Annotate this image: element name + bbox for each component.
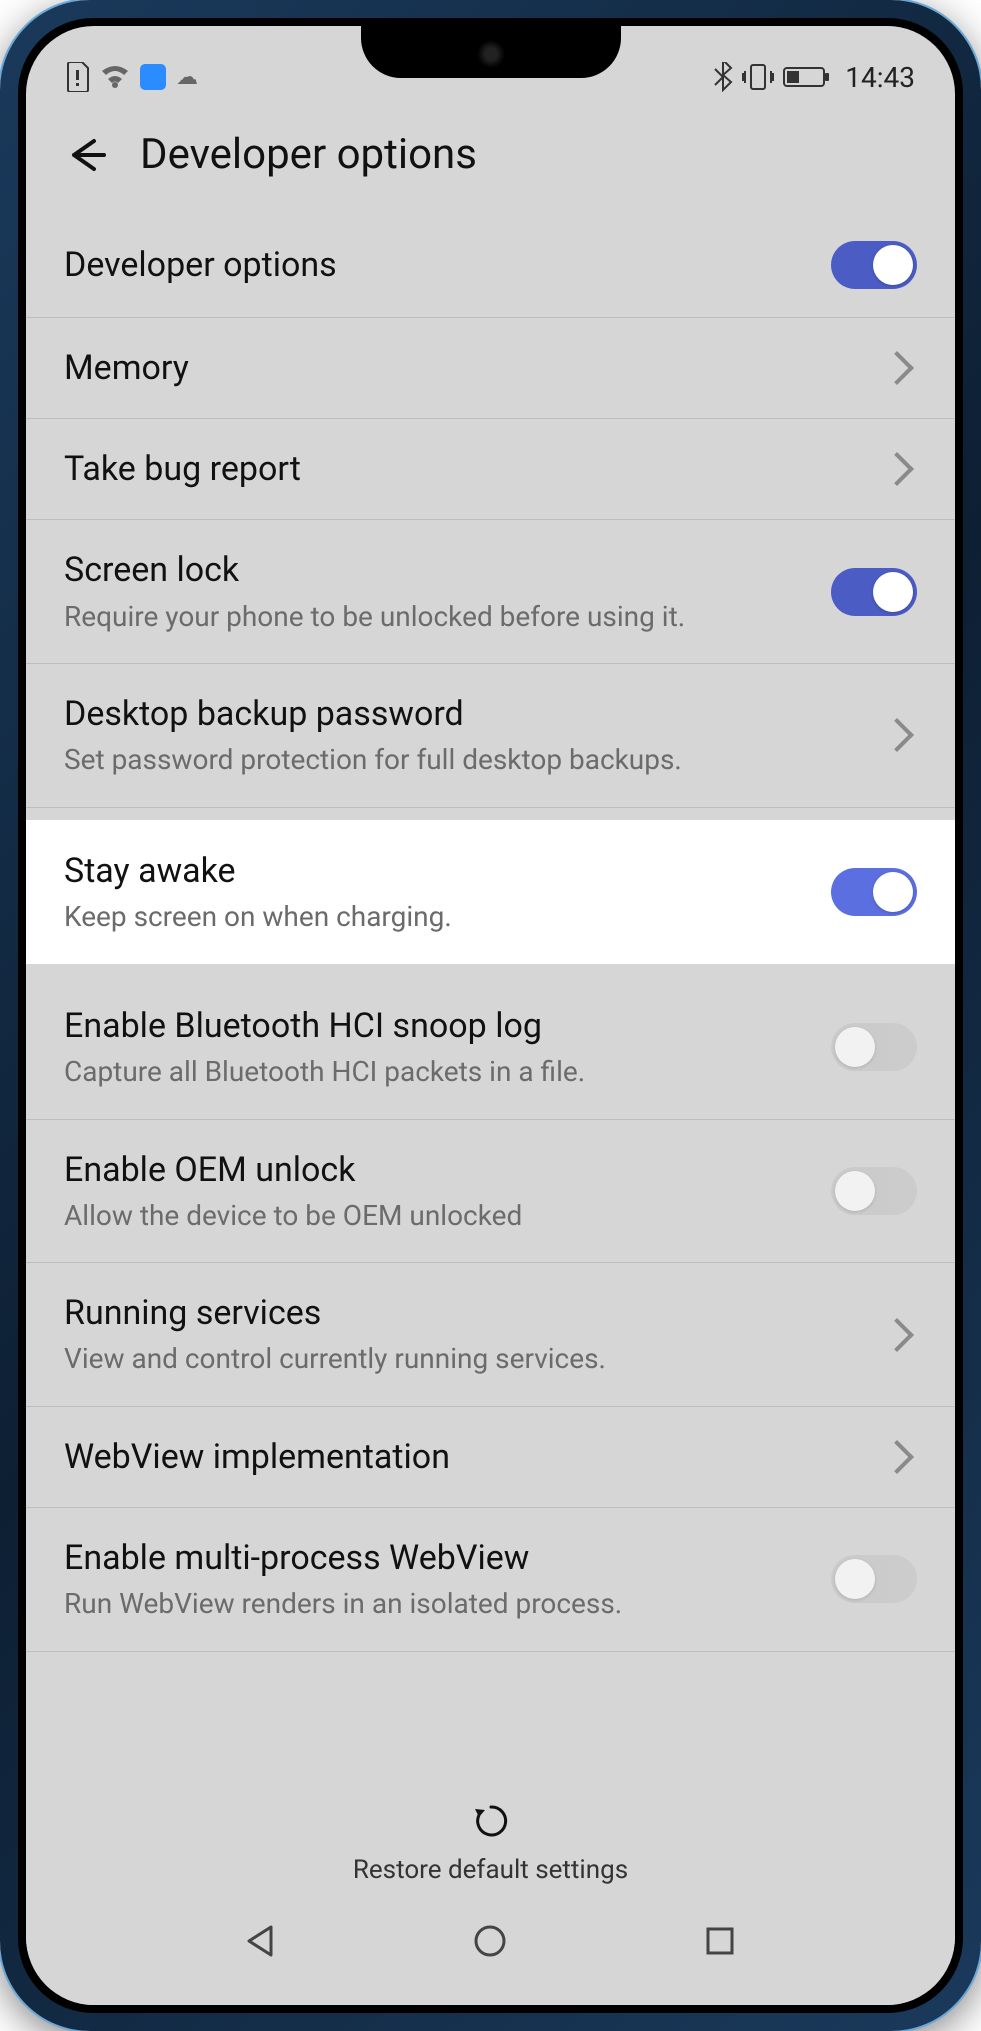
row-memory[interactable]: Memory bbox=[26, 318, 955, 419]
chevron-right-icon bbox=[880, 1440, 914, 1474]
row-title: Developer options bbox=[64, 243, 815, 287]
row-title: Enable multi-process WebView bbox=[64, 1536, 815, 1580]
row-title: Enable OEM unlock bbox=[64, 1148, 815, 1192]
row-stay-awake[interactable]: Stay awake Keep screen on when charging. bbox=[26, 820, 955, 965]
status-left: ☁ bbox=[66, 62, 198, 92]
row-subtitle: Keep screen on when charging. bbox=[64, 899, 815, 935]
battery-icon bbox=[783, 65, 831, 89]
screen: ☁ 14:43 bbox=[26, 26, 955, 2005]
toggle-stay-awake[interactable] bbox=[831, 868, 917, 916]
chevron-right-icon bbox=[880, 1318, 914, 1352]
row-subtitle: Set password protection for full desktop… bbox=[64, 742, 869, 778]
back-button[interactable] bbox=[64, 133, 108, 177]
row-subtitle: Run WebView renders in an isolated proce… bbox=[64, 1586, 815, 1622]
chevron-right-icon bbox=[880, 718, 914, 752]
row-title: Stay awake bbox=[64, 849, 815, 893]
settings-list: Developer options Memory Take bug report bbox=[26, 213, 955, 1652]
nav-back-button[interactable] bbox=[241, 1921, 281, 1961]
restore-default-button[interactable]: Restore default settings bbox=[26, 1775, 955, 1897]
row-title: WebView implementation bbox=[64, 1435, 869, 1479]
row-title: Running services bbox=[64, 1291, 869, 1335]
status-right: 14:43 bbox=[713, 61, 915, 94]
row-subtitle: Capture all Bluetooth HCI packets in a f… bbox=[64, 1054, 815, 1090]
toggle-screen-lock[interactable] bbox=[831, 568, 917, 616]
row-title: Screen lock bbox=[64, 548, 815, 592]
row-subtitle: Require your phone to be unlocked before… bbox=[64, 599, 815, 635]
toggle-developer-options[interactable] bbox=[831, 241, 917, 289]
restore-label: Restore default settings bbox=[353, 1855, 628, 1885]
row-screen-lock[interactable]: Screen lock Require your phone to be unl… bbox=[26, 520, 955, 664]
vibrate-icon bbox=[741, 63, 775, 91]
row-subtitle: View and control currently running servi… bbox=[64, 1341, 869, 1377]
page-title: Developer options bbox=[140, 130, 477, 179]
restore-icon bbox=[469, 1799, 513, 1843]
nav-recents-button[interactable] bbox=[700, 1921, 740, 1961]
toggle-oem-unlock[interactable] bbox=[831, 1167, 917, 1215]
nav-home-button[interactable] bbox=[470, 1921, 510, 1961]
android-nav-bar bbox=[26, 1897, 955, 2005]
status-clock: 14:43 bbox=[845, 61, 915, 94]
row-webview-implementation[interactable]: WebView implementation bbox=[26, 1407, 955, 1508]
row-desktop-backup-password[interactable]: Desktop backup password Set password pro… bbox=[26, 664, 955, 808]
row-developer-options[interactable]: Developer options bbox=[26, 213, 955, 318]
phone-frame: ☁ 14:43 bbox=[0, 0, 981, 2031]
cloud-icon: ☁ bbox=[176, 65, 198, 90]
row-title: Desktop backup password bbox=[64, 692, 869, 736]
row-title: Memory bbox=[64, 346, 869, 390]
chevron-right-icon bbox=[880, 351, 914, 385]
bluetooth-icon bbox=[713, 62, 733, 92]
app-notification-icon bbox=[140, 64, 166, 90]
row-bt-hci-snoop-log[interactable]: Enable Bluetooth HCI snoop log Capture a… bbox=[26, 976, 955, 1120]
notch bbox=[361, 26, 621, 78]
sim-alert-icon bbox=[66, 62, 90, 92]
row-subtitle: Allow the device to be OEM unlocked bbox=[64, 1198, 815, 1234]
toggle-bt-snoop[interactable] bbox=[831, 1023, 917, 1071]
header: Developer options bbox=[26, 104, 955, 213]
row-title: Take bug report bbox=[64, 447, 869, 491]
row-title: Enable Bluetooth HCI snoop log bbox=[64, 1004, 815, 1048]
row-multi-process-webview[interactable]: Enable multi-process WebView Run WebView… bbox=[26, 1508, 955, 1652]
toggle-multi-webview[interactable] bbox=[831, 1555, 917, 1603]
chevron-right-icon bbox=[880, 452, 914, 486]
phone-bezel: ☁ 14:43 bbox=[18, 18, 963, 2013]
row-running-services[interactable]: Running services View and control curren… bbox=[26, 1263, 955, 1407]
row-oem-unlock[interactable]: Enable OEM unlock Allow the device to be… bbox=[26, 1120, 955, 1264]
row-take-bug-report[interactable]: Take bug report bbox=[26, 419, 955, 520]
wifi-icon bbox=[100, 65, 130, 89]
